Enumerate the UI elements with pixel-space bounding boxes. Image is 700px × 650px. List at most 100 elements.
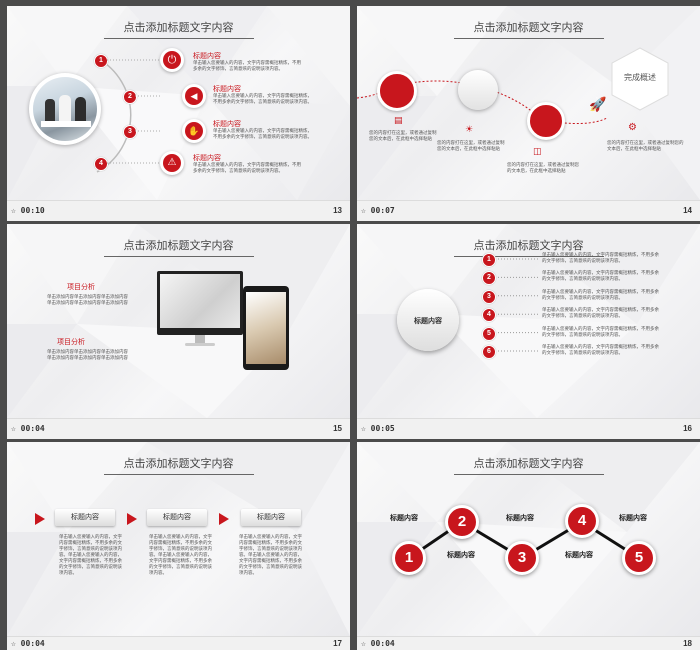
slide-number: 14	[683, 206, 692, 215]
section-1-text: 单击添加内容单击添加内容单击添加内容单击添加内容单击添加内容单击添加内容	[47, 294, 128, 305]
row-2-text: 单击输入您要输入的内容，文字内容需概括精炼，不用多余的文字修饰，言简意赅的说明该…	[542, 270, 659, 282]
number-badge-4: 4	[94, 157, 108, 171]
step-2-label: 标题内容	[447, 552, 475, 559]
step-3-label: 标题内容	[506, 515, 534, 522]
timing-label: ☆ 00:10	[11, 206, 45, 215]
slide-canvas: 点击添加标题文字内容 项目分析 单击添加内容单击添加内容单击添加内容单击添加内容…	[7, 224, 350, 418]
step-1-text: 您的内容打在这里，或者通过复制您的文本后，在此框中选择粘贴	[369, 130, 437, 141]
zigzag-connector	[408, 520, 640, 560]
title-underline	[104, 474, 254, 475]
warning-icon: ⚠	[160, 151, 184, 175]
gear-icon: ⚙	[628, 122, 637, 133]
column-2-title: 标题内容	[147, 509, 207, 526]
slide-number: 15	[333, 424, 342, 433]
title-underline	[454, 38, 604, 39]
tray-icon: ◫	[533, 146, 542, 156]
milestone-circle-3	[527, 102, 565, 140]
slide-thumbnail-18[interactable]: 点击添加标题文字内容 1 2 3 4 5 标题内容 标题内容 标题内容 标题内容…	[357, 442, 700, 650]
column-2-text: 单击输入您要输入的内容，文字内容需概括精炼，不用多余的文字修饰，言简意赅的说明该…	[149, 534, 212, 575]
slide-canvas: 点击添加标题文字内容 1 2 3 4 ⏻ ◀ ✋ ⚠ 标题内容 单击输入您要输入…	[7, 6, 350, 200]
slide-footer: ☆ 00:05 16	[357, 418, 700, 439]
step-4-text: 您的内容打在这里，或者通过复制您的文本后，在此框中选择粘贴	[607, 140, 684, 151]
step-4-label: 标题内容	[565, 552, 593, 559]
number-badge-1: 1	[94, 54, 108, 68]
slide-footer: ☆ 00:04 18	[357, 636, 700, 650]
slide-canvas: 点击添加标题文字内容 🚀 完成概述 ▤ ☀ ◫ ⚙ 您的内容打在这里，或者通过复…	[357, 6, 700, 200]
timing-label: ☆ 00:05	[361, 424, 395, 433]
timing-label: ☆ 00:04	[361, 639, 395, 648]
slide-number: 13	[333, 206, 342, 215]
slide-footer: ☆ 00:04 15	[7, 418, 350, 439]
item-4-text: 单击输入您要输入的内容，文字内容需概括精炼，不用多余的文字修饰，言简意赅的说明该…	[193, 162, 301, 173]
slide-title: 点击添加标题文字内容	[123, 458, 234, 470]
step-4-badge: 4	[565, 504, 599, 538]
item-1-text: 单击输入您要输入的内容，文字内容需概括精炼，不用多余的文字修饰，言简意赅的说明该…	[193, 60, 301, 71]
timing-label: ☆ 00:07	[361, 206, 395, 215]
slide-number: 17	[333, 639, 342, 648]
slide-thumbnail-13[interactable]: 点击添加标题文字内容 1 2 3 4 ⏻ ◀ ✋ ⚠ 标题内容 单击输入您要输入…	[7, 6, 350, 221]
slide-footer: ☆ 00:04 17	[7, 636, 350, 650]
timing-label: ☆ 00:04	[11, 639, 45, 648]
tablet-image	[243, 286, 289, 370]
title-underline	[104, 256, 254, 257]
row-5-badge: 5	[482, 326, 496, 341]
column-3-text: 单击输入您要输入的内容，文字内容需概括精炼，不用多余的文字修饰，言简意赅的说明该…	[239, 534, 302, 575]
step-5-label: 标题内容	[619, 515, 647, 522]
photo-frame	[29, 73, 101, 145]
dotted-connectors	[107, 59, 162, 164]
meeting-photo	[33, 77, 97, 141]
arrow-3-icon	[219, 513, 229, 525]
slide-title: 点击添加标题文字内容	[473, 22, 584, 34]
power-icon: ⏻	[160, 48, 184, 72]
item-2-text: 单击输入您要输入的内容，文字内容需概括精炼，不用多余的文字修饰，言简意赅的说明该…	[213, 93, 312, 104]
megaphone-icon: ◀	[182, 84, 206, 108]
row-5-text: 单击输入您要输入的内容，文字内容需概括精炼，不用多余的文字修饰，言简意赅的说明该…	[542, 325, 659, 337]
slide-footer: ☆ 00:07 14	[357, 200, 700, 221]
hand-icon: ✋	[182, 119, 206, 143]
summary-label: 完成概述	[624, 73, 656, 82]
step-3-text: 您的内容打在这里，或者通过复制您的文本后，在此框中选择粘贴	[507, 162, 579, 173]
slide-number: 18	[683, 639, 692, 648]
section-2-text: 单击添加内容单击添加内容单击添加内容单击添加内容单击添加内容单击添加内容	[47, 349, 128, 360]
step-3-badge: 3	[505, 541, 539, 575]
section-1-title: 项目分析	[67, 284, 95, 291]
step-1-badge: 1	[392, 541, 426, 575]
row-3-text: 单击输入您要输入的内容，文字内容需概括精炼，不用多余的文字修饰，言简意赅的说明该…	[542, 288, 659, 300]
milestone-circle-2	[458, 70, 498, 110]
slide-thumbnail-15[interactable]: 点击添加标题文字内容 项目分析 单击添加内容单击添加内容单击添加内容单击添加内容…	[7, 224, 350, 439]
step-1-label: 标题内容	[390, 515, 418, 522]
slide-footer: ☆ 00:10 13	[7, 200, 350, 221]
slide-thumbnail-17[interactable]: 点击添加标题文字内容 标题内容 单击输入您要输入的内容，文字内容需概括精炼，不用…	[7, 442, 350, 650]
arrow-2-icon	[127, 513, 137, 525]
step-2-text: 您的内容打在这里，或者通过复制您的文本后，在此框中选择粘贴	[437, 140, 505, 151]
slide-number: 16	[683, 424, 692, 433]
timing-label: ☆ 00:04	[11, 424, 45, 433]
lightbulb-icon: ☀	[465, 124, 474, 134]
rocket-icon: 🚀	[589, 96, 607, 112]
step-2-badge: 2	[445, 505, 479, 539]
row-6-text: 单击输入您要输入的内容，文字内容需概括精炼，不用多余的文字修饰，言简意赅的说明该…	[542, 344, 659, 355]
item-3-text: 单击输入您要输入的内容，文字内容需概括精炼，不用多余的文字修饰，言简意赅的说明该…	[213, 128, 312, 139]
row-6-badge: 6	[482, 345, 496, 359]
step-5-badge: 5	[622, 541, 656, 575]
column-3-title: 标题内容	[241, 509, 301, 526]
section-2-title: 项目分析	[57, 339, 85, 346]
arrow-1-icon	[35, 513, 45, 525]
slide-thumbnail-14[interactable]: 点击添加标题文字内容 🚀 完成概述 ▤ ☀ ◫ ⚙ 您的内容打在这里，或者通过复…	[357, 6, 700, 221]
slide-canvas: 点击添加标题文字内容 标题内容 单击输入您要输入的内容，文字内容需概括精炼，不用…	[7, 442, 350, 636]
row-3-badge: 3	[482, 289, 496, 304]
row-1-badge: 1	[482, 253, 496, 267]
milestone-circle-1	[377, 71, 417, 111]
row-4-text: 单击输入您要输入的内容，文字内容需概括精炼，不用多余的文字修饰，言简意赅的说明该…	[542, 307, 659, 319]
slide-title: 点击添加标题文字内容	[123, 22, 234, 34]
slide-title: 点击添加标题文字内容	[123, 240, 234, 252]
title-underline	[104, 38, 254, 39]
slide-canvas: 点击添加标题文字内容 1 2 3 4 5 标题内容 标题内容 标题内容 标题内容…	[357, 442, 700, 636]
row-1-text: 单击输入您要输入的内容，文字内容需概括精炼，不用多余的文字修饰，言简意赅的说明该…	[542, 252, 659, 263]
column-1-text: 单击输入您要输入的内容，文字内容需概括精炼，不用多余的文字修饰，言简意赅的说明该…	[59, 534, 122, 575]
slide-thumbnail-16[interactable]: 点击添加标题文字内容 标题内容 1 单击输入您要输入的内容，文字内容需概括精炼，不…	[357, 224, 700, 439]
slide-canvas: 点击添加标题文字内容 标题内容 1 单击输入您要输入的内容，文字内容需概括精炼，不…	[357, 224, 700, 418]
monitor-image	[157, 271, 243, 335]
document-icon: ▤	[394, 115, 403, 125]
column-1-title: 标题内容	[55, 509, 115, 526]
